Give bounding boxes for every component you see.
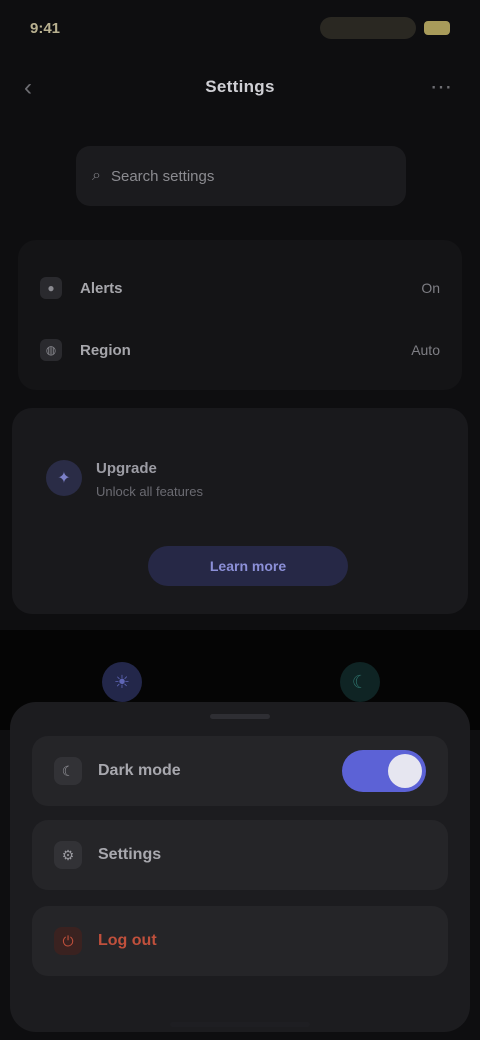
promo-title: Upgrade: [96, 460, 157, 477]
sheet-item-settings[interactable]: ⚙ Settings: [32, 820, 448, 890]
sheet-item-label: Log out: [98, 932, 157, 949]
status-bar: 9:41: [30, 10, 450, 46]
moon-icon[interactable]: ☾: [340, 662, 380, 702]
info-row-value: Auto: [411, 342, 440, 358]
search-icon: ⌕: [92, 167, 101, 184]
bottom-sheet: ☾ Dark mode ⚙ Settings ⏻ Log out: [10, 702, 470, 1032]
info-row-value: On: [421, 280, 440, 296]
signal-icon: [320, 17, 416, 39]
moon-icon: ☾: [54, 757, 82, 785]
gear-icon: ⚙: [54, 841, 82, 869]
screen: 9:41 ‹ Settings ⋯ ⌕ ● Alerts On ◍ Region…: [0, 0, 480, 1040]
learn-more-button[interactable]: Learn more: [148, 546, 348, 586]
info-row-label: Region: [80, 341, 131, 359]
search-bar[interactable]: ⌕: [76, 146, 406, 206]
status-time: 9:41: [30, 19, 61, 37]
promo-card: ✦ Upgrade Unlock all features Learn more: [12, 408, 468, 614]
status-indicators: [320, 17, 450, 39]
search-input[interactable]: [110, 167, 390, 185]
info-row-region[interactable]: ◍ Region Auto: [18, 320, 462, 380]
promo-subtitle: Unlock all features: [96, 484, 203, 499]
bell-icon: ●: [40, 277, 62, 299]
logout-icon: ⏻: [54, 927, 82, 955]
sheet-item-label: Dark mode: [98, 762, 181, 779]
toggle-knob: [388, 754, 422, 788]
battery-icon: [424, 21, 450, 35]
sparkle-icon: ✦: [46, 460, 82, 496]
info-row-label: Alerts: [80, 279, 123, 297]
globe-icon: ◍: [40, 339, 62, 361]
sun-icon[interactable]: ☀: [102, 662, 142, 702]
nav-bar: ‹ Settings ⋯: [0, 60, 480, 114]
sheet-item-logout[interactable]: ⏻ Log out: [32, 906, 448, 976]
dark-mode-toggle[interactable]: [342, 750, 426, 792]
home-indicator: [170, 1022, 310, 1027]
more-icon[interactable]: ⋯: [430, 74, 452, 100]
sheet-item-dark-mode[interactable]: ☾ Dark mode: [32, 736, 448, 806]
sheet-handle[interactable]: [210, 714, 270, 719]
sheet-item-label: Settings: [98, 846, 162, 863]
info-row-alerts[interactable]: ● Alerts On: [18, 258, 462, 318]
back-icon[interactable]: ‹: [24, 74, 32, 102]
page-title: Settings: [205, 77, 275, 96]
info-card: ● Alerts On ◍ Region Auto: [18, 240, 462, 390]
